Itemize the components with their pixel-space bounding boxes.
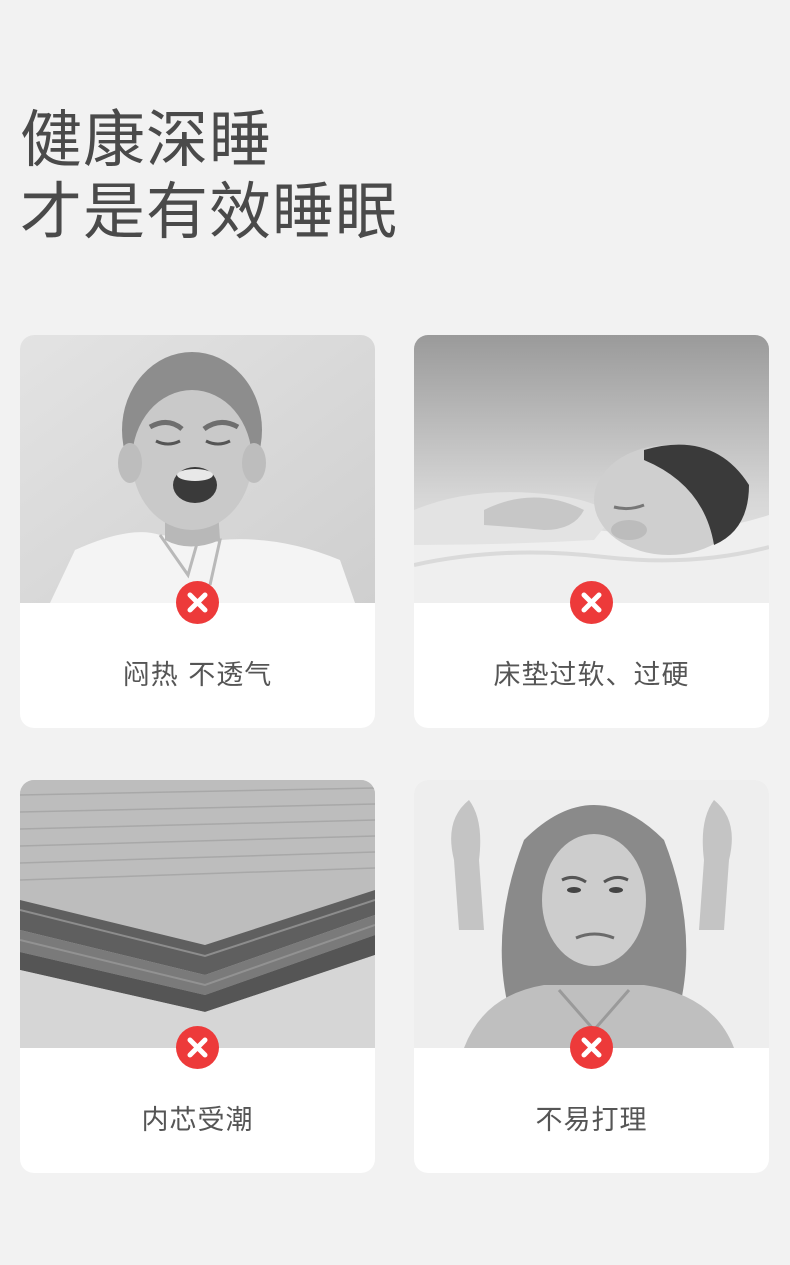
frustrated-woman-photo xyxy=(414,780,769,1048)
cross-icon xyxy=(176,1026,219,1069)
problem-card-hard-to-clean: 不易打理 xyxy=(414,780,769,1173)
card-label: 内芯受潮 xyxy=(141,1105,254,1136)
cross-icon xyxy=(176,581,219,624)
problem-card-damp-core: 内芯受潮 xyxy=(20,780,375,1173)
mattress-core-layers-photo xyxy=(20,780,375,1048)
card-label: 床垫过软、过硬 xyxy=(493,660,690,691)
headline: 健康深睡 才是有效睡眠 xyxy=(20,104,398,248)
cross-icon xyxy=(570,1026,613,1069)
headline-line-1: 健康深睡 xyxy=(20,103,273,176)
problem-card-stuffy: 闷热 不透气 xyxy=(20,335,375,728)
card-label: 不易打理 xyxy=(535,1105,648,1136)
problem-card-firmness: 床垫过软、过硬 xyxy=(414,335,769,728)
cross-icon xyxy=(570,581,613,624)
sleeping-baby-photo xyxy=(414,335,769,603)
card-label: 闷热 不透气 xyxy=(122,660,273,691)
headline-line-2: 才是有效睡眠 xyxy=(20,175,399,248)
crying-boy-photo xyxy=(20,335,375,603)
